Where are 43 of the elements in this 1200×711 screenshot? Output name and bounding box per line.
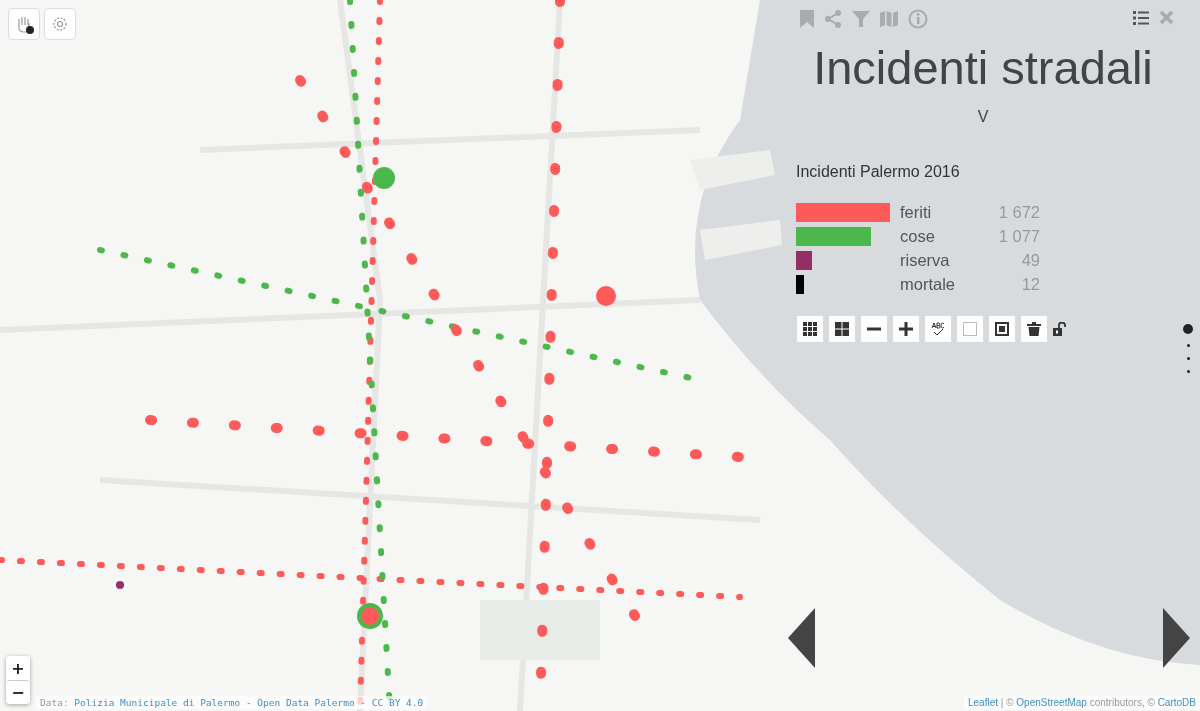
- grid-icon: [803, 322, 817, 336]
- tool-button[interactable]: [829, 316, 855, 342]
- tool-button[interactable]: [797, 316, 823, 342]
- attribution-link[interactable]: Leaflet: [967, 697, 998, 708]
- tool-button[interactable]: [893, 316, 919, 342]
- legend-value: 1 077: [997, 227, 1040, 246]
- next-arrow-icon[interactable]: [1163, 608, 1190, 668]
- trash-icon: [1027, 322, 1041, 336]
- page-dot[interactable]: [1186, 370, 1190, 373]
- previous-arrow-icon[interactable]: [788, 608, 815, 668]
- filled-square-icon: [995, 322, 1009, 336]
- tool-button[interactable]: [925, 316, 951, 342]
- legend-label: mortale: [900, 275, 957, 294]
- empty-square-icon: [963, 322, 977, 336]
- hand-button[interactable]: [8, 8, 40, 40]
- gear-icon: [51, 15, 69, 33]
- panel-title: Incidenti stradali: [812, 40, 1154, 95]
- tiles-icon: [835, 322, 849, 336]
- legend-value: 49: [1020, 251, 1040, 270]
- unlock-icon[interactable]: [1053, 322, 1067, 336]
- tool-button[interactable]: [989, 316, 1015, 342]
- list-icon[interactable]: [1133, 10, 1149, 25]
- legend-label: cose: [900, 227, 936, 246]
- zoom-in-button[interactable]: +: [6, 656, 30, 680]
- attribution-link[interactable]: CartoDB: [1157, 697, 1196, 708]
- zoom-out-button[interactable]: −: [6, 680, 30, 704]
- page-dot[interactable]: [1186, 344, 1190, 347]
- legend-value: 1 672: [997, 203, 1040, 222]
- page-dot[interactable]: [1183, 324, 1193, 334]
- data-attribution: Data: Polizia Municipale di Palermo - Open Data Palermo - CC BY 4.0: [36, 696, 428, 709]
- tool-button[interactable]: [861, 316, 887, 342]
- panel-subtitle: V: [976, 108, 990, 126]
- attribution-link[interactable]: Polizia Municipale di Palermo - Open Data Palermo - CC BY 4.0: [74, 697, 424, 708]
- spellcheck-icon: [931, 322, 945, 336]
- attribution-link[interactable]: OpenStreetMap: [1016, 697, 1087, 708]
- legend-value: 12: [1020, 275, 1040, 294]
- map-attribution: Leaflet | © OpenStreetMap contributors, © CartoDB: [963, 696, 1200, 709]
- tool-button[interactable]: [1021, 316, 1047, 342]
- plus-icon: [899, 322, 913, 336]
- legend-label: feriti: [900, 203, 933, 222]
- legend-label: riserva: [900, 251, 951, 270]
- legend-title: Incidenti Palermo 2016: [796, 163, 960, 181]
- page-dot[interactable]: [1186, 357, 1190, 360]
